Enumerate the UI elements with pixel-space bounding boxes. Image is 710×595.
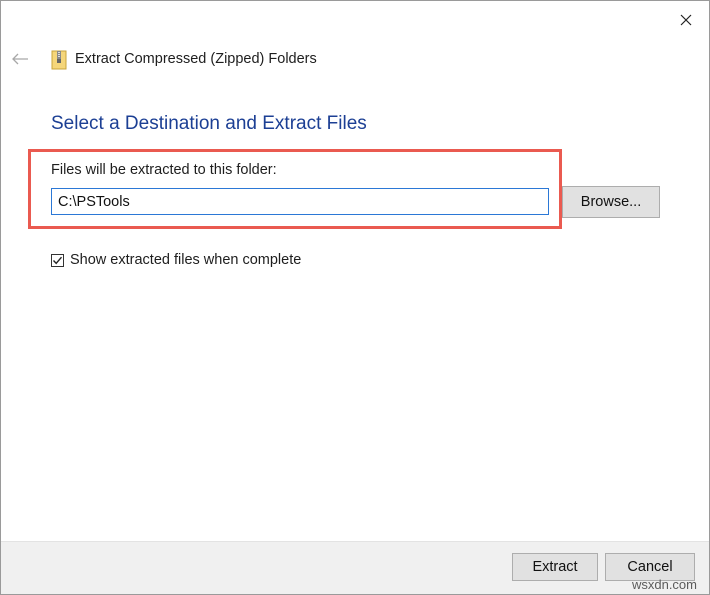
destination-folder-label: Files will be extracted to this folder: [51, 162, 277, 178]
dialog-footer: Extract Cancel [1, 541, 709, 594]
show-extracted-files-option[interactable]: Show extracted files when complete [51, 252, 301, 268]
extract-button[interactable]: Extract [512, 553, 598, 581]
page-heading: Select a Destination and Extract Files [51, 113, 367, 134]
checkmark-icon [52, 256, 63, 264]
close-icon [680, 14, 692, 26]
destination-path-input[interactable] [51, 188, 549, 215]
dialog-title: Extract Compressed (Zipped) Folders [75, 51, 317, 67]
back-arrow-icon [12, 53, 28, 65]
back-button[interactable] [9, 49, 31, 69]
zip-folder-icon [51, 50, 67, 70]
extract-dialog-window: Extract Compressed (Zipped) Folders Sele… [0, 0, 710, 595]
browse-button[interactable]: Browse... [562, 186, 660, 218]
show-files-checkbox[interactable] [51, 253, 64, 267]
show-files-label: Show extracted files when complete [70, 252, 302, 268]
close-button[interactable] [669, 5, 703, 35]
watermark-text: wsxdn.com [631, 577, 697, 592]
